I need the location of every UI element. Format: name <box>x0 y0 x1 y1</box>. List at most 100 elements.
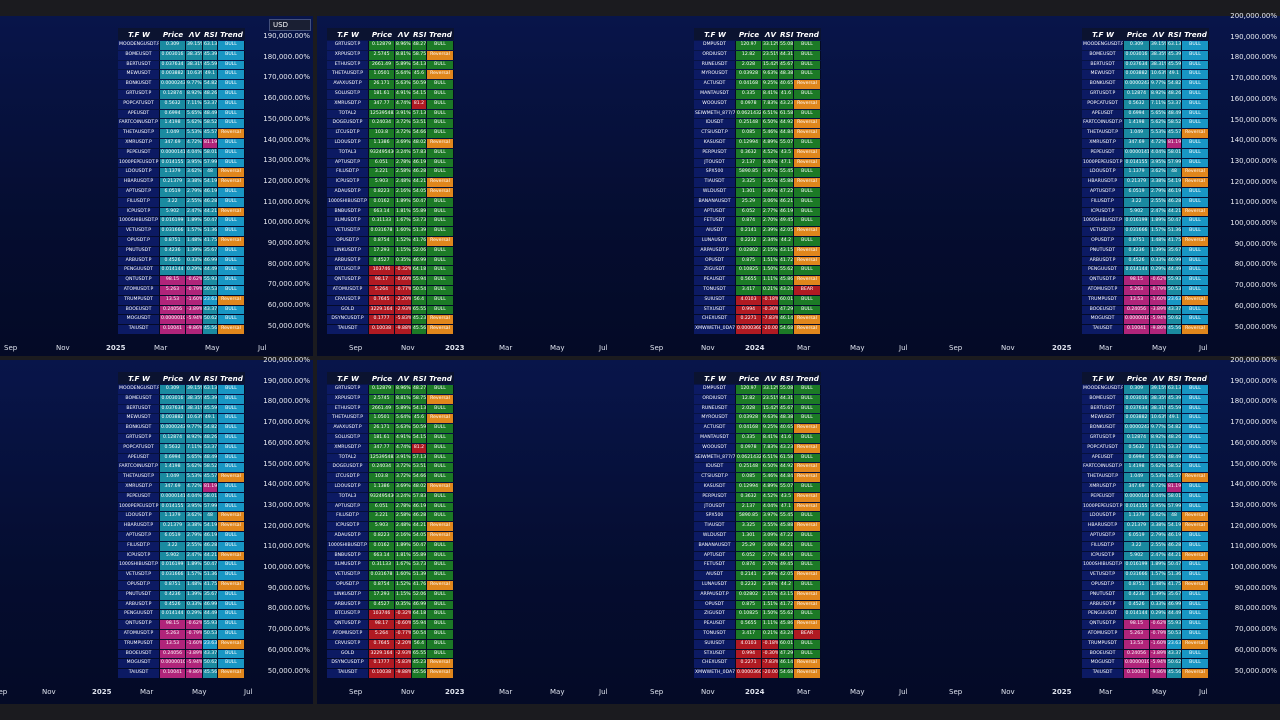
time-axis-top-left[interactable]: Sep Nov 2025 Mar May Jul <box>0 342 266 356</box>
table-row[interactable]: FILUSDT.P 3.22 2.55% 46.28 BULL <box>1082 541 1209 551</box>
table-row[interactable]: APEUSDT 0.6994 5.65% 48.49 BULL <box>1082 109 1209 119</box>
table-row[interactable]: ARPAUSDT.P 0.02802 2.15% 43.15 Reversal <box>694 246 821 256</box>
table-row[interactable]: WOOUSDT 0.0978 7.83% 43.23 Reversal <box>694 99 821 109</box>
table-row[interactable]: BOOEUSDT 0.24056 -3.89% 43.37 BULL <box>1082 305 1209 315</box>
table-row[interactable]: ARBUSDT.P 0.4527 0.35% 46.99 BULL <box>327 256 454 266</box>
table-row[interactable]: MEWUSDT 0.003882 10.63% 49.1 BULL <box>118 70 245 80</box>
table-row[interactable]: PERPUSDT 0.3632 4.52% 43.5 Reversal <box>694 148 821 158</box>
table-row[interactable]: ICPUSDT.P 5.903 2.48% 44.21 Reversal <box>327 178 454 187</box>
table-row[interactable]: PENGUUSDT 0.014144 0.29% 44.49 BULL <box>1082 266 1209 276</box>
table-row[interactable]: PENGUUSDT 0.014144 0.29% 44.49 BULL <box>1082 610 1209 620</box>
table-row[interactable]: 1000PEPEUSDT.P 0.014155 3.95% 57.99 BULL <box>118 502 245 512</box>
table-row[interactable]: WLDUSDT 1.301 3.09% 47.22 BULL <box>694 187 821 197</box>
screener-table[interactable]: T.F W Price ΛV RSI Trend MOODENGUSDT.P 0.309 39… <box>118 371 245 679</box>
table-row[interactable]: TIAUSDT 3.325 3.55% 45.88 Reversal <box>694 178 821 187</box>
table-row[interactable]: SOLUSDT.P 181.61 4.91% 54.15 BULL <box>327 89 454 99</box>
table-row[interactable]: PENGUUSDT 0.014144 0.29% 44.49 BULL <box>118 266 245 276</box>
table-row[interactable]: BERTUSDT 0.037634 38.31% 45.59 BULL <box>118 404 245 414</box>
table-row[interactable]: XMRUSDT.P 347.77 4.74% 81.2 BULL <box>327 99 454 109</box>
table-row[interactable]: POPCATUSDT 0.5632 7.11% 53.37 BULL <box>118 99 245 109</box>
table-row[interactable]: ICPUSDT.P 5.903 2.48% 44.21 Reversal <box>327 522 454 531</box>
table-row[interactable]: BTCUSDT.P 103746 -0.32% 64.18 BULL <box>327 266 454 276</box>
table-row[interactable]: THETAUSDT.P 1.0501 5.64% 45.6 Reversal <box>327 70 454 80</box>
table-row[interactable]: APTUSDT.P 6.051 2.78% 46.19 BULL <box>327 502 454 512</box>
table-row[interactable]: STXUSDT 0.994 -0.30% 47.29 BULL <box>694 305 821 315</box>
table-row[interactable]: XMRUSDT.P 347.69 4.72% 81.19 BULL <box>118 138 245 148</box>
table-row[interactable]: RUNEUSDT 2.028 15.42% 45.67 BULL <box>694 404 821 414</box>
table-row[interactable]: FETUSDT 0.874 2.70% 49.45 BULL <box>694 561 821 571</box>
table-row[interactable]: GRTUSDT.P 0.12874 8.92% 48.26 BULL <box>1082 433 1209 443</box>
table-row[interactable]: TRUMPUSDT 13.53 -1.60% 23.63 Reversal <box>1082 295 1209 305</box>
table-row[interactable]: APTUSDT.P 6.0519 2.79% 46.19 BULL <box>1082 187 1209 197</box>
table-row[interactable]: TRUMPUSDT 13.53 -1.60% 23.63 Reversal <box>118 639 245 649</box>
table-row[interactable]: GRTUSDT.P 0.12874 8.92% 48.26 BULL <box>118 89 245 99</box>
table-row[interactable]: MANTAUSDT 0.335 8.41% 41.6 BULL <box>694 433 821 443</box>
table-row[interactable]: APEUSDT 0.6994 5.65% 48.49 BULL <box>118 109 245 119</box>
table-row[interactable]: XMWWETH_0DA7090.0000360202-20.00%54.68Re… <box>694 669 821 678</box>
table-row[interactable]: DOGEUSDT.P 0.24034 3.72% 53.51 BULL <box>327 119 454 129</box>
table-row[interactable]: BONKUSDT 0.00002439 9.77% 54.82 BULL <box>118 80 245 89</box>
table-row[interactable]: TAIUSDT 0.10038 -9.88% 45.56 Reversal <box>327 325 454 334</box>
table-row[interactable]: DOGEUSDT.P 0.24034 3.72% 53.51 BULL <box>327 463 454 473</box>
table-row[interactable]: FARTCOINUSDT.P 1.4198 5.62% 58.52 BULL <box>1082 119 1209 129</box>
table-row[interactable]: KASUSDT 0.12994 4.89% 55.07 BULL <box>694 138 821 148</box>
table-row[interactable]: APTUSDT.P 6.051 2.78% 46.19 BULL <box>327 158 454 168</box>
table-row[interactable]: MEWUSDT 0.003882 10.63% 49.1 BULL <box>1082 70 1209 80</box>
table-row[interactable]: ICPUSDT.P 5.902 2.47% 44.21 Reversal <box>118 551 245 561</box>
table-row[interactable]: KASUSDT 0.12994 4.89% 55.07 BULL <box>694 482 821 492</box>
table-row[interactable]: OPUSDT.P 0.8751 1.48% 41.75 Reversal <box>118 236 245 246</box>
table-row[interactable]: MOGUSDT0.0000010824-5.94%50.62BULL <box>118 659 245 669</box>
table-row[interactable]: ATOMUSDT.P 5.263 -0.79% 50.53 BULL <box>1082 629 1209 639</box>
table-row[interactable]: QNTUSDT.P 98.15 -0.62% 55.93 BULL <box>1082 620 1209 629</box>
table-row[interactable]: FETUSDT 0.874 2.70% 49.45 BULL <box>694 217 821 227</box>
table-row[interactable]: FILUSDT.P 3.22 2.55% 46.28 BULL <box>118 541 245 551</box>
screener-table[interactable]: T.F W Price ΛV RSI Trend GRTUSDT.P 0.12879 8.96… <box>327 27 454 335</box>
table-row[interactable]: HBARUSDT.P 0.21379 3.38% 54.19 Reversal <box>1082 178 1209 187</box>
table-row[interactable]: 1000PEPEUSDT.P 0.014155 3.95% 57.99 BULL <box>118 158 245 168</box>
table-row[interactable]: 1000SHIBUSDT.P 0.016199 1.89% 50.47 BULL <box>1082 561 1209 571</box>
table-row[interactable]: OPUSDT.P 0.8754 1.52% 41.76 Reversal <box>327 580 454 590</box>
table-row[interactable]: QNTUSDT.P 98.15 -0.62% 55.93 BULL <box>1082 276 1209 285</box>
table-row[interactable]: LDOUSDT.P 1.1386 3.69% 48.02 Reversal <box>327 482 454 492</box>
table-row[interactable]: CTSIUSDT.P 0.085 5.46% 44.84 Reversal <box>694 473 821 482</box>
table-row[interactable]: WOOUSDT 0.0978 7.83% 43.23 Reversal <box>694 443 821 453</box>
table-row[interactable]: HBARUSDT.P 0.21379 3.38% 54.19 Reversal <box>118 178 245 187</box>
table-row[interactable]: ADAUSDT.P 0.8223 2.16% 54.05 Reversal <box>327 531 454 541</box>
table-row[interactable]: ARPAUSDT.P 0.02802 2.15% 43.15 Reversal <box>694 590 821 600</box>
table-row[interactable]: BOOEUSDT 0.24056 -3.89% 43.37 BULL <box>118 305 245 315</box>
table-row[interactable]: VETUSDT.P 0.031678 1.60% 51.39 BULL <box>327 227 454 236</box>
table-row[interactable]: OPUSDT.P 0.8751 1.48% 41.75 Reversal <box>118 580 245 590</box>
table-row[interactable]: LDOUSDT.P 1.1379 3.62% 48 Reversal <box>1082 168 1209 178</box>
table-row[interactable]: SUIUSDT 4.0103 -0.18% 60.01 BULL <box>694 295 821 305</box>
table-row[interactable]: TONUSDT 3.417 0.21% 43.24 BEAR <box>694 285 821 295</box>
table-row[interactable]: ARBUSDT.P 0.4526 0.33% 46.99 BULL <box>1082 256 1209 266</box>
table-row[interactable]: 1000SHIBUSDT.P 0.0162 1.89% 50.47 BULL <box>327 197 454 207</box>
table-row[interactable]: FILUSDT.P 3.221 2.58% 46.28 BULL <box>327 168 454 178</box>
table-row[interactable]: BOMEUSDT 0.003016 38.35% 45.39 BULL <box>118 394 245 404</box>
table-row[interactable]: 1000PEPEUSDT.P 0.014155 3.95% 57.99 BULL <box>1082 158 1209 168</box>
price-scale-top-right[interactable]: 200,000.00% 190,000.00% 180,000.00% 170,000… <box>1225 0 1280 356</box>
table-row[interactable]: OPUSDT.P 0.8754 1.52% 41.76 Reversal <box>327 236 454 246</box>
table-row[interactable]: AVAXUSDT.P 26.171 5.63% 50.59 BULL <box>327 424 454 433</box>
table-row[interactable]: BNBUSDT.P 663.14 1.81% 55.89 BULL <box>327 551 454 561</box>
table-row[interactable]: BERTUSDT 0.037634 38.31% 45.59 BULL <box>118 60 245 70</box>
table-row[interactable]: APEUSDT 0.6994 5.65% 48.49 BULL <box>118 453 245 463</box>
table-row[interactable]: 1000SHIBUSDT.P 0.016199 1.89% 50.47 BULL <box>1082 217 1209 227</box>
table-row[interactable]: 1000SHIBUSDT.P 0.016199 1.89% 50.47 BULL <box>118 561 245 571</box>
table-row[interactable]: ZIGUSDT 0.10825 1.50% 55.62 BULL <box>694 266 821 276</box>
screener-table[interactable]: T.F W Price ΛV RSI Trend MOODENGUSDT.P 0.309 39… <box>118 27 245 335</box>
table-row[interactable]: BONKUSDT 0.00002439 9.77% 54.82 BULL <box>1082 80 1209 89</box>
table-row[interactable]: TAIUSDT 0.10038 -9.88% 45.56 Reversal <box>327 669 454 678</box>
table-row[interactable]: ADAUSDT.P 0.8223 2.16% 54.05 Reversal <box>327 187 454 197</box>
table-row[interactable]: ICPUSDT.P 5.902 2.47% 44.21 Reversal <box>1082 207 1209 217</box>
table-row[interactable]: 1000SHIBUSDT.P 0.016199 1.89% 50.47 BULL <box>118 217 245 227</box>
table-row[interactable]: ARBUSDT.P 0.4527 0.35% 46.99 BULL <box>327 600 454 610</box>
table-row[interactable]: PNUTUSDT 0.4236 1.39% 35.67 BULL <box>1082 246 1209 256</box>
table-row[interactable]: XMRUSDT.P 347.69 4.72% 81.19 BULL <box>1082 482 1209 492</box>
table-row[interactable]: XMRUSDT.P 347.69 4.72% 81.19 BULL <box>118 482 245 492</box>
table-row[interactable]: ARBUSDT.P 0.4526 0.33% 46.99 BULL <box>118 600 245 610</box>
table-row[interactable]: APEUSDT 0.6994 5.65% 48.49 BULL <box>1082 453 1209 463</box>
table-row[interactable]: GOLD 3229.164 -2.93% 65.55 BULL <box>327 649 454 659</box>
table-row[interactable]: ICPUSDT.P 5.902 2.47% 44.21 Reversal <box>1082 551 1209 561</box>
time-axis-bottom-left[interactable]: SepNov2025MarMayJul <box>0 686 266 700</box>
